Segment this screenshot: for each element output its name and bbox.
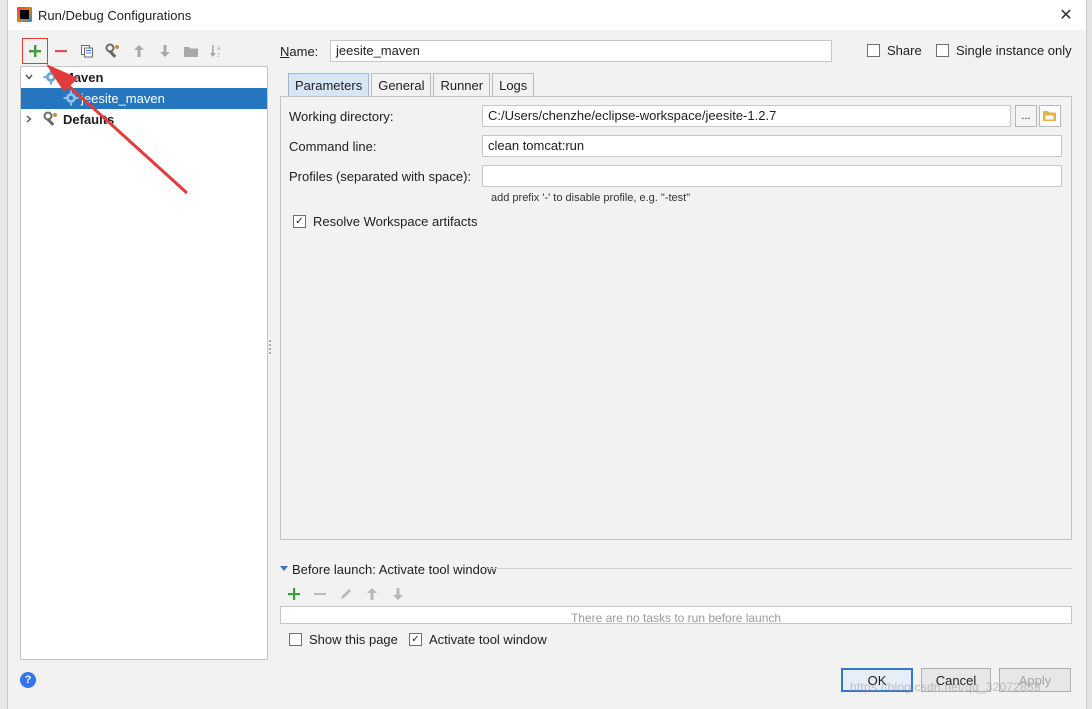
collapse-triangle-icon xyxy=(280,566,288,571)
svg-text:z: z xyxy=(217,53,220,59)
tree-item-label: Maven xyxy=(63,70,104,85)
name-label: Name: xyxy=(280,44,319,59)
before-launch-toolbar xyxy=(285,585,407,603)
edit-defaults-button[interactable] xyxy=(100,38,126,64)
folder-button[interactable] xyxy=(178,38,204,64)
show-page-checkbox[interactable] xyxy=(289,633,302,646)
close-button[interactable]: ✕ xyxy=(1056,5,1076,25)
resolve-workspace-label: Resolve Workspace artifacts xyxy=(313,214,478,229)
chevron-right-icon[interactable] xyxy=(23,113,35,125)
arrow-up-icon xyxy=(134,45,144,57)
arrow-up-icon xyxy=(367,588,377,600)
profiles-label: Profiles (separated with space): xyxy=(289,169,472,184)
maven-gear-icon xyxy=(43,69,59,88)
svg-text:a: a xyxy=(217,46,221,52)
remove-config-button[interactable] xyxy=(48,38,74,64)
config-toolbar: az xyxy=(22,38,230,64)
tab-parameters[interactable]: Parameters xyxy=(288,73,370,97)
plus-icon xyxy=(288,588,300,600)
copy-config-button[interactable] xyxy=(74,38,100,64)
open-folder-button[interactable] xyxy=(1039,105,1061,127)
edit-task-button[interactable] xyxy=(337,585,355,603)
intellij-logo-icon xyxy=(17,7,32,22)
copy-icon xyxy=(81,45,93,58)
tree-item-defaults[interactable]: Defaults xyxy=(21,109,267,130)
add-task-button[interactable] xyxy=(285,585,303,603)
move-up-button[interactable] xyxy=(126,38,152,64)
config-tree: Maven jeesite_maven Defaults xyxy=(20,66,268,660)
task-down-button[interactable] xyxy=(389,585,407,603)
remove-task-button[interactable] xyxy=(311,585,329,603)
arrow-down-icon xyxy=(160,45,170,57)
arrow-down-icon xyxy=(393,588,403,600)
tree-item-maven[interactable]: Maven xyxy=(21,67,267,88)
add-config-button[interactable] xyxy=(22,38,48,64)
watermark-text: https://blog.csdn.net/qq_32072853 xyxy=(850,680,1041,694)
profiles-field[interactable] xyxy=(482,165,1062,187)
tab-general[interactable]: General xyxy=(371,73,432,97)
resolve-workspace-checkbox[interactable]: ✓ xyxy=(293,215,306,228)
single-instance-label: Single instance only xyxy=(956,43,1072,58)
background-window-edge-right xyxy=(1086,0,1092,709)
plus-icon xyxy=(29,45,41,57)
chevron-down-icon[interactable] xyxy=(23,71,35,83)
single-instance-checkbox[interactable] xyxy=(936,44,949,57)
share-label: Share xyxy=(887,43,922,58)
share-checkbox[interactable] xyxy=(867,44,880,57)
task-up-button[interactable] xyxy=(363,585,381,603)
activate-tool-window-checkbox[interactable]: ✓ xyxy=(409,633,422,646)
folder-open-icon xyxy=(1043,111,1056,121)
tree-item-jeesite-maven[interactable]: jeesite_maven xyxy=(21,88,267,109)
activate-tool-window-label: Activate tool window xyxy=(429,632,547,647)
config-tabs: Parameters General Runner Logs xyxy=(288,73,536,97)
panel-splitter[interactable] xyxy=(268,340,272,356)
empty-tasks-text: There are no tasks to run before launch xyxy=(570,611,782,624)
show-page-label: Show this page xyxy=(309,632,398,647)
sort-alpha-icon: az xyxy=(209,45,221,59)
command-line-label: Command line: xyxy=(289,139,377,154)
parameters-panel: Working directory: C:/Users/chenzhe/ecli… xyxy=(280,96,1072,540)
minus-icon xyxy=(314,593,326,595)
working-dir-label: Working directory: xyxy=(289,109,394,124)
tab-logs[interactable]: Logs xyxy=(492,73,535,97)
wrench-gear-icon xyxy=(43,111,59,130)
title-bar: Run/Debug Configurations ✕ xyxy=(8,0,1086,30)
tree-item-label: jeesite_maven xyxy=(81,91,165,106)
window-title: Run/Debug Configurations xyxy=(38,8,192,23)
folder-icon xyxy=(184,47,198,57)
before-launch-task-list: There are no tasks to run before launch xyxy=(280,606,1072,624)
browse-button[interactable]: ... xyxy=(1015,105,1037,127)
sort-button[interactable]: az xyxy=(204,38,230,64)
maven-gear-icon xyxy=(63,90,79,109)
background-window-edge xyxy=(0,0,8,709)
working-dir-field[interactable]: C:/Users/chenzhe/eclipse-workspace/jeesi… xyxy=(482,105,1011,127)
before-launch-header[interactable]: Before launch: Activate tool window xyxy=(280,559,1072,577)
separator xyxy=(488,568,1072,569)
tab-runner[interactable]: Runner xyxy=(433,73,491,97)
profiles-hint: add prefix '-' to disable profile, e.g. … xyxy=(491,192,691,204)
minus-icon xyxy=(55,50,67,53)
help-icon[interactable]: ? xyxy=(20,672,36,688)
command-line-field[interactable]: clean tomcat:run xyxy=(482,135,1062,157)
run-debug-dialog: Run/Debug Configurations ✕ az Maven jees… xyxy=(8,0,1086,709)
wrench-icon xyxy=(105,43,119,58)
name-field[interactable]: jeesite_maven xyxy=(330,40,832,62)
move-down-button[interactable] xyxy=(152,38,178,64)
tree-item-label: Defaults xyxy=(63,112,115,127)
pencil-icon xyxy=(341,589,351,599)
before-launch-title: Before launch: Activate tool window xyxy=(292,562,497,577)
